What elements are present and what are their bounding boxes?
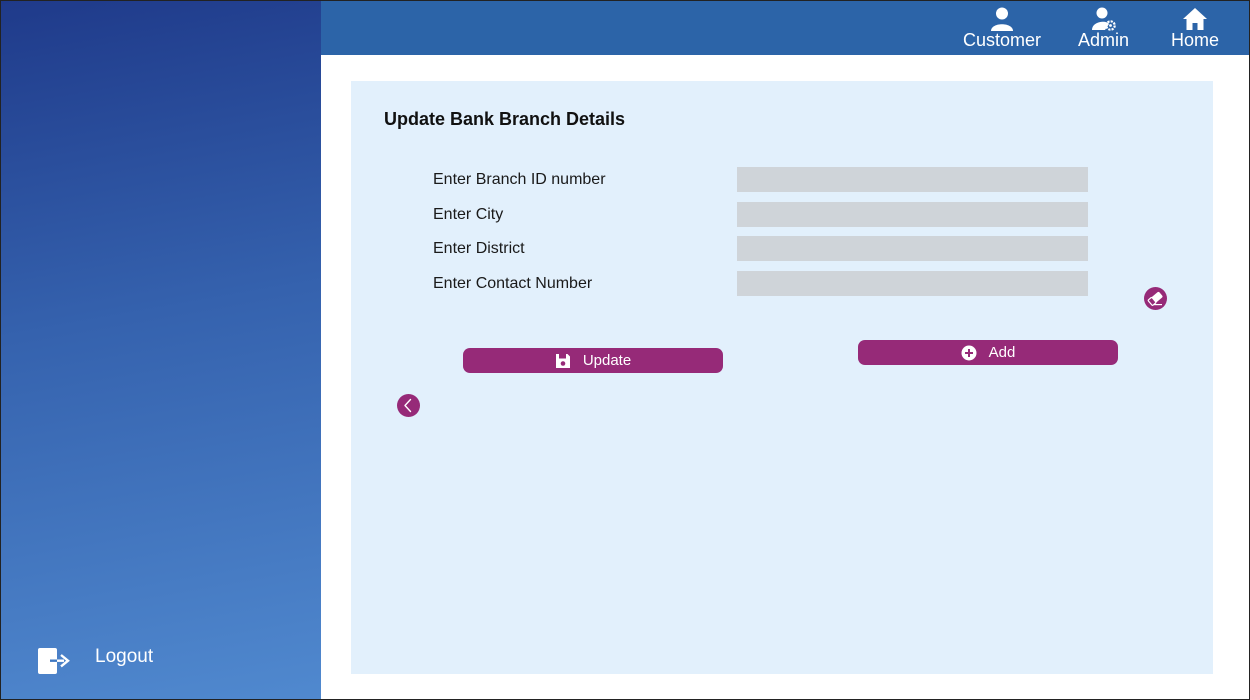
nav-admin-label: Admin <box>1078 30 1130 50</box>
nav-home-label: Home <box>1171 30 1220 50</box>
add-button[interactable]: Add <box>858 340 1118 365</box>
nav-home[interactable]: Home <box>1171 6 1219 49</box>
user-gear-icon <box>1091 6 1117 32</box>
back-button[interactable] <box>397 394 420 417</box>
branch-id-label: Enter Branch ID number <box>433 171 606 188</box>
city-input[interactable] <box>737 202 1088 227</box>
add-button-label: Add <box>988 344 1016 361</box>
logout-button[interactable]: Logout <box>38 642 153 678</box>
branch-id-input[interactable] <box>737 167 1088 192</box>
logout-label: Logout <box>95 646 154 667</box>
logout-icon <box>38 644 70 676</box>
nav-customer-label: Customer <box>963 30 1042 50</box>
chevron-left-icon <box>397 394 420 417</box>
sidebar: Logout <box>0 0 321 700</box>
plus-circle-icon <box>961 345 977 361</box>
update-button-label: Update <box>582 352 632 369</box>
nav-admin[interactable]: Admin <box>1078 6 1129 49</box>
district-label: Enter District <box>433 240 525 257</box>
top-nav-bar: Customer Admin Home <box>321 0 1250 55</box>
contact-number-label: Enter Contact Number <box>433 275 593 292</box>
eraser-icon <box>1144 287 1167 310</box>
nav-customer[interactable]: Customer <box>963 6 1041 49</box>
save-icon <box>555 353 571 369</box>
clear-button[interactable] <box>1144 287 1167 310</box>
home-icon <box>1182 6 1208 32</box>
city-label: Enter City <box>433 206 504 223</box>
update-button[interactable]: Update <box>463 348 723 373</box>
contact-number-input[interactable] <box>737 271 1088 296</box>
district-input[interactable] <box>737 236 1088 261</box>
page-title: Update Bank Branch Details <box>384 109 626 129</box>
user-icon <box>989 6 1015 32</box>
